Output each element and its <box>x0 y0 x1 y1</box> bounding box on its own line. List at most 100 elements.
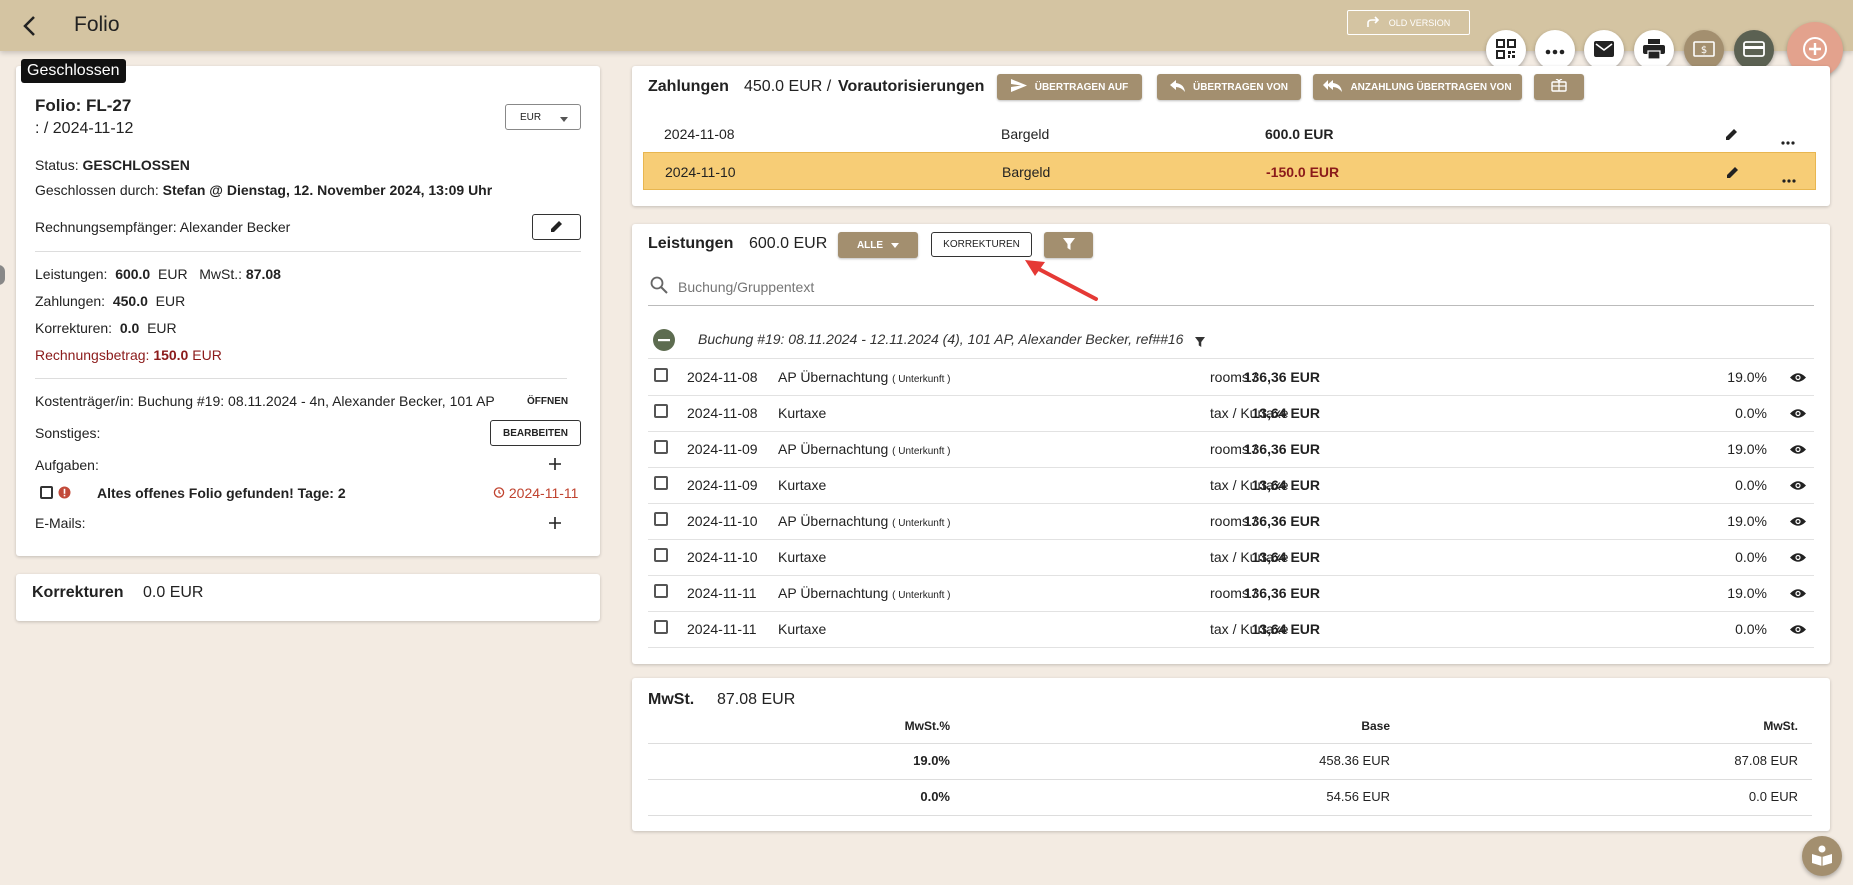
side-drawer-handle[interactable] <box>0 265 5 285</box>
row-checkbox[interactable] <box>654 548 668 562</box>
eye-icon[interactable] <box>1790 550 1806 566</box>
table-row[interactable]: 2024-11-10 AP Übernachtung ( Unterkunft )… <box>648 503 1814 540</box>
service-name-text: AP Übernachtung <box>778 513 889 529</box>
cash-icon: $ <box>1693 40 1715 60</box>
service-name-text: AP Übernachtung <box>778 441 889 457</box>
service-subtype: ( Unterkunft ) <box>892 518 951 529</box>
group-filter-icon[interactable] <box>1195 334 1205 350</box>
cost-bearer-value: Buchung #19: 08.11.2024 - 4n, Alexander … <box>137 393 495 409</box>
service-vat-rate: 19.0% <box>1727 585 1767 601</box>
edit-recipient-button[interactable] <box>532 214 581 240</box>
payment-date: 2024-11-08 <box>664 126 735 142</box>
payment-amount: -150.0 EUR <box>1266 164 1340 180</box>
payments-title: Zahlungen <box>648 78 729 95</box>
table-row[interactable]: 2024-11-10 Kurtaxe tax / Kurtaxe 13,64 EUR… <box>648 539 1814 576</box>
open-button[interactable]: ÖFFNEN <box>527 396 568 407</box>
alert-icon <box>58 486 71 502</box>
closed-by-label: Geschlossen durch: <box>35 182 159 198</box>
row-checkbox[interactable] <box>654 512 668 526</box>
print-button[interactable] <box>1634 30 1674 70</box>
reply-all-icon <box>1323 79 1343 95</box>
status-badge: Geschlossen <box>21 59 126 83</box>
deposit-transfer-button[interactable]: ANZAHLUNG ÜBERTRAGEN VON <box>1313 74 1522 100</box>
currency-value: EUR <box>520 111 542 123</box>
pencil-icon[interactable] <box>1725 127 1739 144</box>
payment-row[interactable]: 2024-11-08 Bargeld 600.0 EUR <box>643 115 1816 153</box>
task-checkbox[interactable] <box>40 486 53 499</box>
eye-icon[interactable] <box>1790 622 1806 638</box>
service-date: 2024-11-08 <box>687 369 758 385</box>
more-horizontal-icon[interactable] <box>1781 132 1795 148</box>
search-input[interactable] <box>676 275 1810 299</box>
service-date: 2024-11-11 <box>687 621 757 637</box>
row-checkbox[interactable] <box>654 368 668 382</box>
eye-icon[interactable] <box>1790 370 1806 386</box>
vat-amount: 87.08 EUR <box>717 691 796 708</box>
services-summary: Leistungen: 600.0 EUR MwSt.: 87.08 <box>35 266 281 282</box>
help-button[interactable] <box>1802 836 1842 876</box>
divider <box>648 743 1812 744</box>
add-email-plus-icon[interactable] <box>548 516 562 533</box>
old-version-label: OLD VERSION <box>1388 17 1451 28</box>
service-amount: 13,64 EUR <box>1251 549 1320 565</box>
pencil-icon[interactable] <box>1726 165 1740 182</box>
corrections-label: Korrekturen: <box>35 320 113 336</box>
corrections-toggle-button[interactable]: KORREKTUREN <box>931 232 1032 257</box>
collapse-group-minus-icon[interactable] <box>652 328 676 355</box>
back-arrow-icon[interactable] <box>16 12 44 40</box>
service-name: AP Übernachtung ( Unterkunft ) <box>778 369 951 385</box>
payment-row-highlighted[interactable]: 2024-11-10 Bargeld -150.0 EUR <box>643 152 1816 190</box>
row-checkbox[interactable] <box>654 440 668 454</box>
corrections-currency: EUR <box>147 320 177 336</box>
services-currency: EUR <box>158 266 188 282</box>
email-button[interactable] <box>1584 30 1624 70</box>
vat-rate: 19.0% <box>913 753 950 768</box>
tasks-label: Aufgaben: <box>35 457 99 473</box>
corrections-summary: Korrekturen: 0.0 EUR <box>35 320 177 336</box>
table-row[interactable]: 2024-11-11 AP Übernachtung ( Unterkunft )… <box>648 575 1814 612</box>
eye-icon[interactable] <box>1790 514 1806 530</box>
row-checkbox[interactable] <box>654 620 668 634</box>
filter-all-dropdown[interactable]: ALLE <box>838 232 918 258</box>
task-date: 2024-11-11 <box>508 485 579 501</box>
row-checkbox[interactable] <box>654 476 668 490</box>
eye-icon[interactable] <box>1790 478 1806 494</box>
table-row[interactable]: 2024-11-11 Kurtaxe tax / Kurtaxe 13,64 EUR… <box>648 611 1814 648</box>
deposit-transfer-label: ANZAHLUNG ÜBERTRAGEN VON <box>1350 81 1512 93</box>
currency-select[interactable]: EUR <box>505 104 581 130</box>
table-row[interactable]: 2024-11-08 Kurtaxe tax / Kurtaxe 13,64 EUR… <box>648 395 1814 432</box>
service-date: 2024-11-11 <box>687 585 757 601</box>
more-horizontal-icon[interactable] <box>1782 170 1796 186</box>
more-button[interactable] <box>1535 30 1575 70</box>
add-task-plus-icon[interactable] <box>548 457 562 474</box>
edit-misc-button[interactable]: BEARBEITEN <box>490 420 581 446</box>
card-button[interactable] <box>1734 30 1774 70</box>
credit-card-icon <box>1743 40 1765 60</box>
qr-code-button[interactable] <box>1486 30 1526 70</box>
eye-icon[interactable] <box>1790 442 1806 458</box>
payment-method: Bargeld <box>1002 164 1051 180</box>
row-checkbox[interactable] <box>654 404 668 418</box>
gift-card-button[interactable] <box>1534 74 1584 100</box>
recipient-value: Alexander Becker <box>179 219 291 235</box>
filter-button[interactable] <box>1044 232 1093 258</box>
table-row[interactable]: 2024-11-08 AP Übernachtung ( Unterkunft )… <box>648 359 1814 396</box>
divider <box>648 815 1812 816</box>
folio-date-range: : / 2024-11-12 <box>35 120 134 137</box>
transfer-from-button[interactable]: ÜBERTRAGEN VON <box>1157 74 1301 100</box>
qr-code-icon <box>1496 38 1516 62</box>
cash-button[interactable]: $ <box>1684 30 1724 70</box>
eye-icon[interactable] <box>1790 406 1806 422</box>
eye-icon[interactable] <box>1790 586 1806 602</box>
old-version-button[interactable]: OLD VERSION <box>1347 10 1470 35</box>
service-date: 2024-11-10 <box>687 513 758 529</box>
table-row[interactable]: 2024-11-09 AP Übernachtung ( Unterkunft )… <box>648 431 1814 468</box>
corrections-amount: 0.0 EUR <box>143 584 204 601</box>
invoice-summary: Rechnungsbetrag: 150.0 EUR <box>35 347 222 363</box>
service-date: 2024-11-09 <box>687 441 758 457</box>
table-row[interactable]: 2024-11-09 Kurtaxe tax / Kurtaxe 13,64 EUR… <box>648 467 1814 504</box>
transfer-to-button[interactable]: ÜBERTRAGEN AUF <box>997 74 1142 100</box>
service-vat-rate: 19.0% <box>1727 513 1767 529</box>
row-checkbox[interactable] <box>654 584 668 598</box>
service-amount: 136,36 EUR <box>1243 585 1320 601</box>
